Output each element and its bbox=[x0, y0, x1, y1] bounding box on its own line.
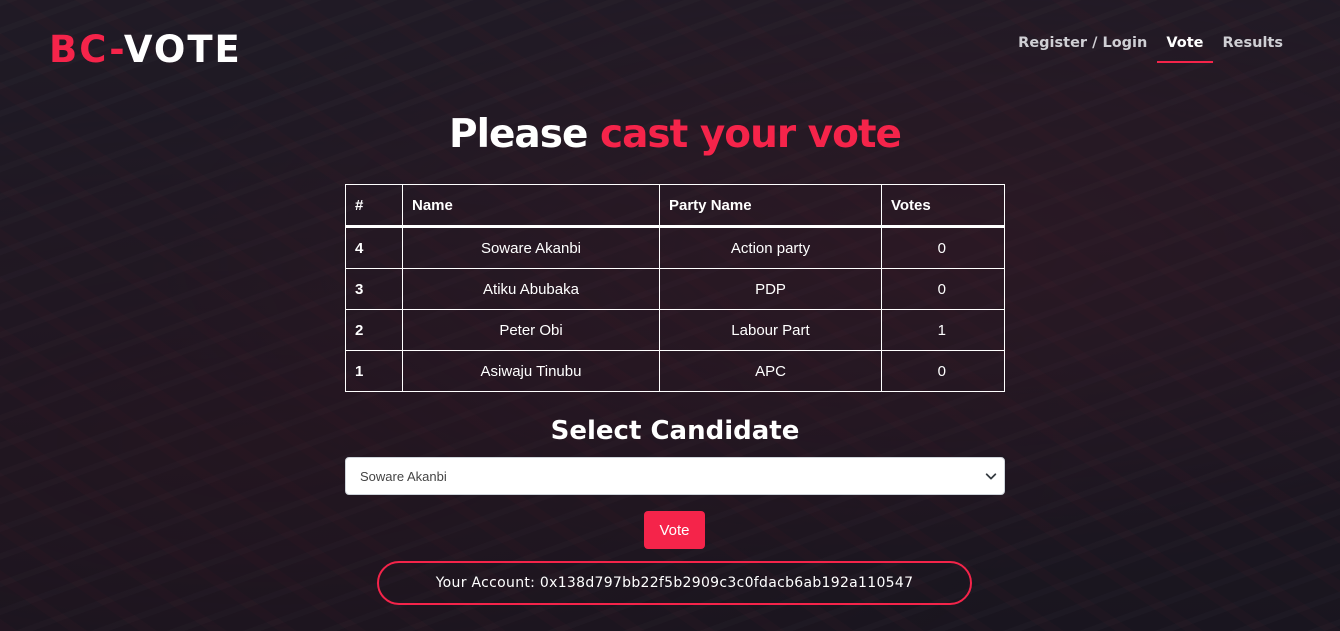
cell-party: Labour Part bbox=[659, 309, 882, 351]
nav-vote[interactable]: Vote bbox=[1157, 34, 1213, 63]
cell-name: Peter Obi bbox=[402, 309, 660, 351]
table-header-row: # Name Party Name Votes bbox=[345, 184, 1005, 228]
cell-party: Action party bbox=[659, 226, 882, 269]
vote-button[interactable]: Vote bbox=[644, 511, 705, 549]
cell-name: Asiwaju Tinubu bbox=[402, 350, 660, 392]
header-number: # bbox=[345, 184, 403, 228]
cell-name: Soware Akanbi bbox=[402, 226, 660, 269]
candidate-select[interactable]: Soware Akanbi bbox=[345, 457, 1005, 495]
table-row: 2 Peter Obi Labour Part 1 bbox=[345, 309, 1005, 351]
cell-id: 4 bbox=[345, 226, 403, 269]
nav-register-login[interactable]: Register / Login bbox=[1009, 34, 1156, 63]
nav-results[interactable]: Results bbox=[1214, 34, 1293, 63]
cell-id: 1 bbox=[345, 350, 403, 392]
table-row: 3 Atiku Abubaka PDP 0 bbox=[345, 268, 1005, 310]
cell-party: PDP bbox=[659, 268, 882, 310]
account-info: Your Account: 0x138d797bb22f5b2909c3c0fd… bbox=[377, 561, 972, 605]
page-title-lead: Please bbox=[449, 112, 600, 157]
select-candidate-heading: Select Candidate bbox=[550, 416, 800, 446]
candidates-table: # Name Party Name Votes 4 Soware Akanbi … bbox=[345, 184, 1005, 392]
page-title-highlight: cast your vote bbox=[599, 112, 902, 157]
header-votes: Votes bbox=[881, 184, 1005, 228]
brand-suffix: VOTE bbox=[123, 28, 242, 71]
cell-party: APC bbox=[659, 350, 882, 392]
header-party: Party Name bbox=[659, 184, 882, 228]
cell-votes: 0 bbox=[881, 350, 1005, 392]
cell-votes: 0 bbox=[881, 268, 1005, 310]
cell-id: 3 bbox=[345, 268, 403, 310]
table-row: 4 Soware Akanbi Action party 0 bbox=[345, 226, 1005, 269]
cell-votes: 0 bbox=[881, 226, 1005, 269]
cell-name: Atiku Abubaka bbox=[402, 268, 660, 310]
brand-logo[interactable]: BC-VOTE bbox=[49, 28, 242, 71]
brand-prefix: BC- bbox=[49, 28, 124, 71]
chevron-down-icon bbox=[985, 473, 997, 480]
cell-id: 2 bbox=[345, 309, 403, 351]
account-text: Your Account: 0x138d797bb22f5b2909c3c0fd… bbox=[435, 575, 914, 591]
page-title: Please cast your vote bbox=[0, 112, 1340, 157]
candidate-select-value: Soware Akanbi bbox=[360, 468, 447, 484]
table-row: 1 Asiwaju Tinubu APC 0 bbox=[345, 350, 1005, 392]
header-name: Name bbox=[402, 184, 660, 228]
main-nav: Register / Login Vote Results bbox=[1008, 34, 1292, 63]
cell-votes: 1 bbox=[881, 309, 1005, 351]
